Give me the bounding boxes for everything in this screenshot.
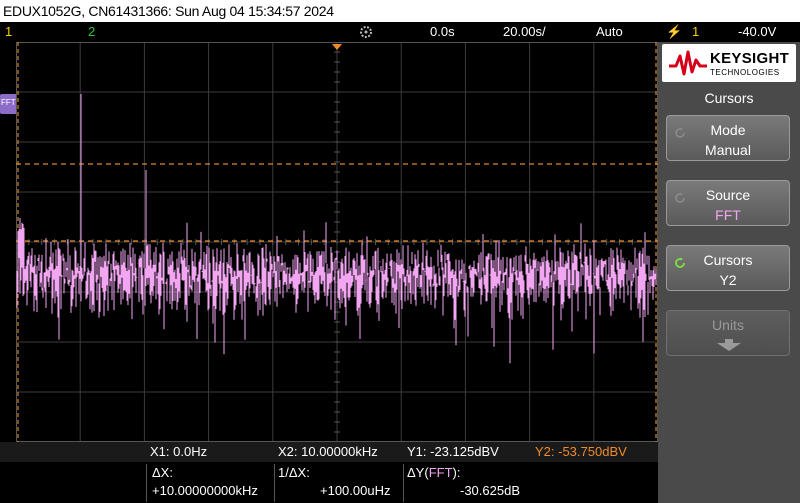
- delta-x-value: +10.00000000kHz: [152, 483, 258, 498]
- source-value: FFT: [715, 207, 741, 223]
- trigger-mode: Auto: [596, 24, 623, 39]
- source-softkey[interactable]: Source FFT: [666, 180, 790, 226]
- channel-1-indicator[interactable]: 1: [5, 22, 12, 42]
- delta-y-value: -30.625dB: [460, 483, 520, 498]
- keysight-wave-icon: [669, 50, 707, 76]
- y1-readout: Y1: -23.125dBV: [407, 444, 499, 459]
- keysight-logo: KEYSIGHT TECHNOLOGIES: [662, 44, 796, 82]
- trigger-delay: 0.0s: [430, 24, 455, 39]
- waveform-display[interactable]: [15, 41, 658, 442]
- brand-subtitle: TECHNOLOGIES: [710, 68, 780, 77]
- timebase: 20.00s/: [503, 24, 546, 39]
- x1-readout: X1: 0.0Hz: [150, 444, 208, 459]
- cursors-softkey[interactable]: Cursors Y2: [666, 245, 790, 291]
- mode-label: Mode: [710, 122, 746, 138]
- delta-x-label: ΔX:: [152, 465, 173, 480]
- y2-readout: Y2: -53.750dBV: [535, 444, 627, 459]
- softkey-panel: KEYSIGHT TECHNOLOGIES Cursors Mode Manua…: [658, 42, 800, 503]
- units-softkey[interactable]: Units: [666, 310, 790, 356]
- fft-marker[interactable]: FFT: [0, 94, 16, 114]
- inv-delta-x-value: +100.00uHz: [320, 483, 391, 498]
- delta-y-label: ΔY(FFT):: [407, 465, 461, 480]
- x2-readout: X2: 10.00000kHz: [278, 444, 378, 459]
- cursors-label: Cursors: [703, 252, 753, 268]
- window-title-bar: EDUX1052G, CN61431366: Sun Aug 04 15:34:…: [0, 0, 800, 22]
- scope-status-bar: 1 2 0.0s 20.00s/ Auto: [0, 22, 658, 42]
- cursors-value: Y2: [719, 272, 737, 288]
- cursor-readout: X1: 0.0Hz X2: 10.00000kHz Y1: -23.125dBV…: [0, 442, 658, 503]
- mode-value: Manual: [705, 142, 751, 158]
- trigger-edge-icon: ⚡: [666, 24, 683, 39]
- inv-delta-x-label: 1/ΔX:: [278, 465, 310, 480]
- trigger-level: -40.0V: [738, 24, 777, 39]
- units-label: Units: [712, 317, 744, 333]
- menu-title: Cursors: [704, 90, 754, 106]
- trigger-channel: 1: [692, 24, 700, 39]
- source-label: Source: [705, 187, 751, 203]
- mode-softkey[interactable]: Mode Manual: [666, 115, 790, 161]
- brand-name: KEYSIGHT: [710, 50, 790, 67]
- more-arrow-icon: [717, 339, 741, 351]
- channel-2-indicator[interactable]: 2: [88, 22, 95, 42]
- trigger-position-marker: [332, 44, 342, 50]
- waveform-graticule: [15, 41, 658, 442]
- left-marker-bar: FFT: [0, 42, 16, 442]
- window-title: EDUX1052G, CN61431366: Sun Aug 04 15:34:…: [3, 3, 334, 19]
- trigger-status: ⚡ 1 -40.0V: [660, 22, 800, 42]
